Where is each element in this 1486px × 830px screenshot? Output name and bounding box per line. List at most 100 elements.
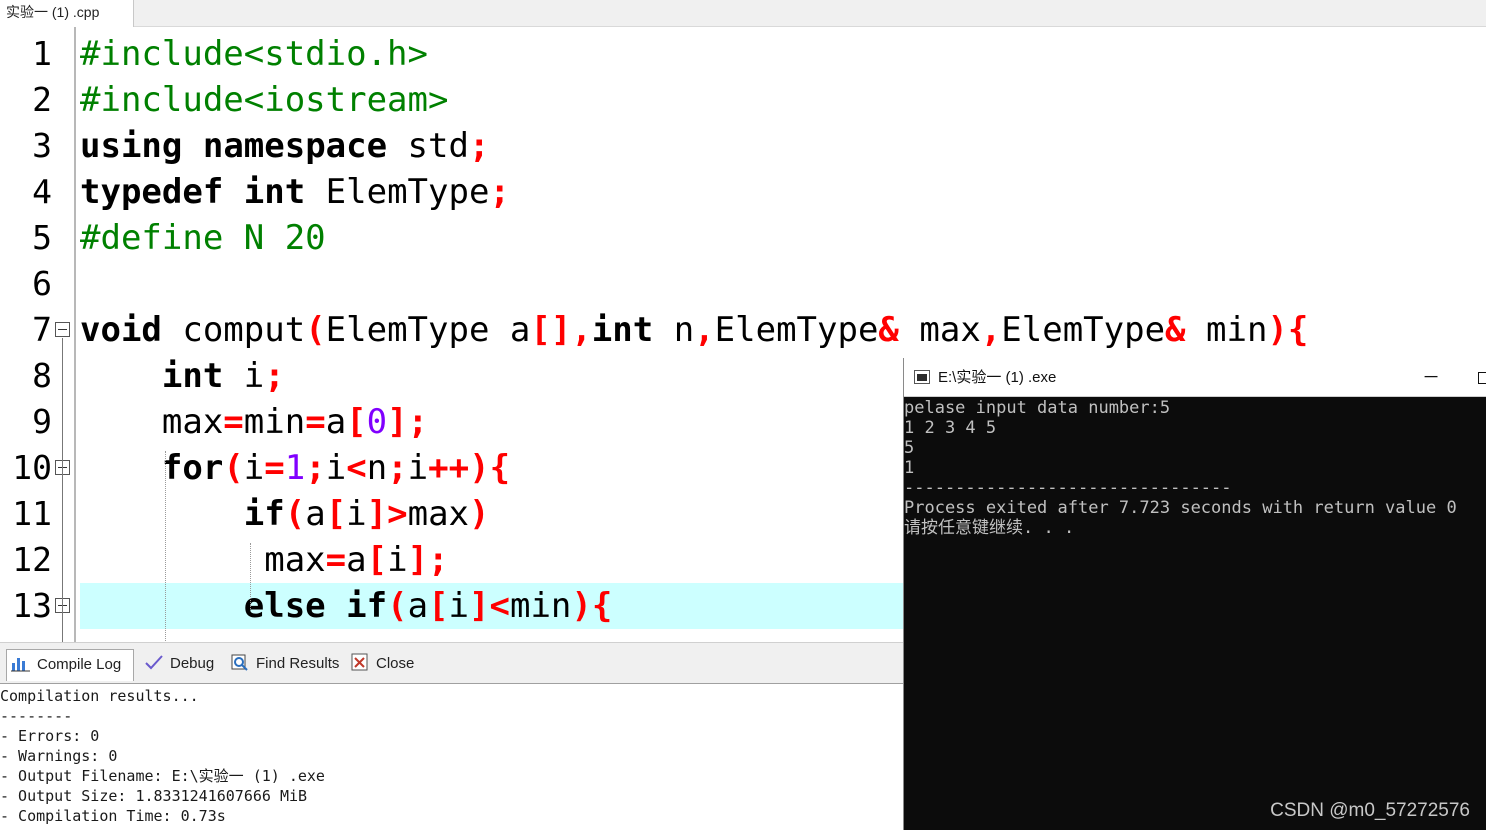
console-line: -------------------------------- [904,478,1232,498]
find-results-icon [231,654,248,671]
code-token: = [305,402,326,442]
code-token: comput [161,310,306,350]
tab-debug[interactable]: Debug [140,649,220,681]
line-number: 1 [32,34,52,73]
code-line[interactable]: #include<stdio.h> [80,31,1486,77]
code-token: ( [223,448,244,488]
line-number: 11 [12,494,52,533]
code-token: i [243,448,265,488]
tab-close-label: Close [376,655,415,672]
tab-find-results[interactable]: Find Results [226,649,342,681]
code-token: [], [530,310,592,350]
code-token: ++){ [428,448,511,488]
code-token: max [898,310,981,350]
console-app-icon [914,370,930,384]
indent-guide [165,451,166,642]
code-token: [ [325,494,347,534]
maximize-button[interactable] [1478,372,1486,384]
line-number: 5 [32,218,52,257]
line-number: 6 [32,264,52,303]
console-line: Process exited after 7.723 seconds with … [904,498,1457,518]
code-token: n [366,448,388,488]
code-token: if [346,586,388,626]
tab-close[interactable]: Close [346,649,418,681]
code-token: std [387,126,469,166]
code-token: ; [264,356,285,396]
code-token: i [346,494,367,534]
code-token: #define N 20 [80,218,326,258]
code-token: 0 [366,402,388,442]
code-token: for [161,448,224,488]
console-line: 5 [904,438,915,458]
code-line[interactable]: void comput(ElemType a[],int n,ElemType&… [80,307,1486,353]
code-token: 1 [284,448,306,488]
line-number: 9 [32,402,52,441]
code-token: int [243,172,306,212]
indent-guide [250,543,251,609]
debug-check-icon [145,655,163,670]
code-token: ; [305,448,326,488]
code-token: ; [387,448,408,488]
code-token: int [161,356,224,396]
code-token: ]; [407,540,449,580]
line-number: 4 [32,172,52,211]
code-line[interactable]: #define N 20 [80,215,1486,261]
code-token: ) [469,494,490,534]
compile-log-icon [11,658,30,672]
line-number: 10 [12,448,52,487]
fold-toggle-icon[interactable] [55,322,70,337]
code-token: ; [489,172,510,212]
minimize-button[interactable]: ─ [1416,358,1446,397]
code-token: i [448,586,470,626]
code-token: using [80,126,183,166]
tab-debug-label: Debug [170,655,215,672]
code-token: if [243,494,285,534]
tab-find-results-label: Find Results [256,655,340,672]
console-window[interactable]: E:\实验一 (1) .exe ─ pelase input data numb… [903,358,1486,830]
code-token: a [305,494,326,534]
code-token: < [346,448,367,488]
console-line: pelase input data number:5 [904,398,1171,418]
console-output: pelase input data number:5 1 2 3 4 5 5 1 ---… [904,398,1486,830]
code-token: else [243,586,326,626]
console-title: E:\实验一 (1) .exe [938,369,1057,386]
line-number: 2 [32,80,52,119]
code-token: #include<iostream> [80,80,449,120]
code-token: , [694,310,715,350]
code-token: ( [284,494,306,534]
code-line[interactable] [80,261,1486,307]
code-token: namespace [202,126,388,166]
code-token: max [80,540,326,580]
code-token: min [509,586,572,626]
code-token: ( [387,586,408,626]
tab-compile-log[interactable]: Compile Log [6,649,134,681]
code-token: min [1185,310,1268,350]
line-number: 8 [32,356,52,395]
code-token: [ [366,540,388,580]
code-token: a [325,402,347,442]
code-line[interactable]: using namespace std; [80,123,1486,169]
code-token: ; [468,126,490,166]
code-token: ]> [366,494,408,534]
code-line[interactable]: typedef int ElemType; [80,169,1486,215]
code-token: i [223,356,265,396]
code-token: = [223,402,244,442]
code-token: int [591,310,654,350]
line-number: 13 [12,586,52,625]
code-token: ]< [469,586,510,626]
console-title-bar[interactable]: E:\实验一 (1) .exe ─ [904,358,1486,397]
file-tab[interactable]: 实验一 (1) .cpp [0,0,134,27]
editor-tab-bar: 实验一 (1) .cpp [0,0,1486,27]
code-token: ){ [1267,310,1309,350]
code-token: ){ [571,586,613,626]
code-token: #include<stdio.h> [80,34,428,74]
code-line[interactable]: #include<iostream> [80,77,1486,123]
code-token: ElemType [1001,310,1166,350]
console-line: 1 [904,458,915,478]
